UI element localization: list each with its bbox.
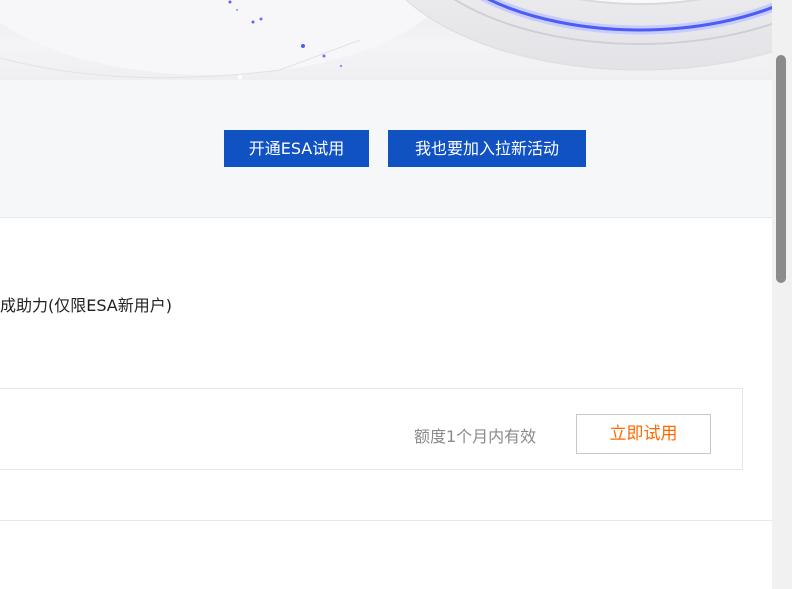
- vertical-scrollbar[interactable]: [772, 0, 792, 589]
- hero-banner: [0, 0, 772, 80]
- open-esa-trial-button[interactable]: 开通ESA试用: [224, 130, 369, 167]
- try-now-button[interactable]: 立即试用: [576, 414, 711, 454]
- hero-ring-artwork: [0, 0, 772, 79]
- section-title: 成助力(仅限ESA新用户): [0, 296, 172, 315]
- offer-validity-text: 额度1个月内有效: [414, 427, 537, 446]
- section-divider: [0, 520, 772, 521]
- action-band: 开通ESA试用 我也要加入拉新活动: [0, 80, 772, 218]
- scrollbar-thumb[interactable]: [776, 55, 786, 283]
- join-referral-activity-button[interactable]: 我也要加入拉新活动: [388, 130, 586, 167]
